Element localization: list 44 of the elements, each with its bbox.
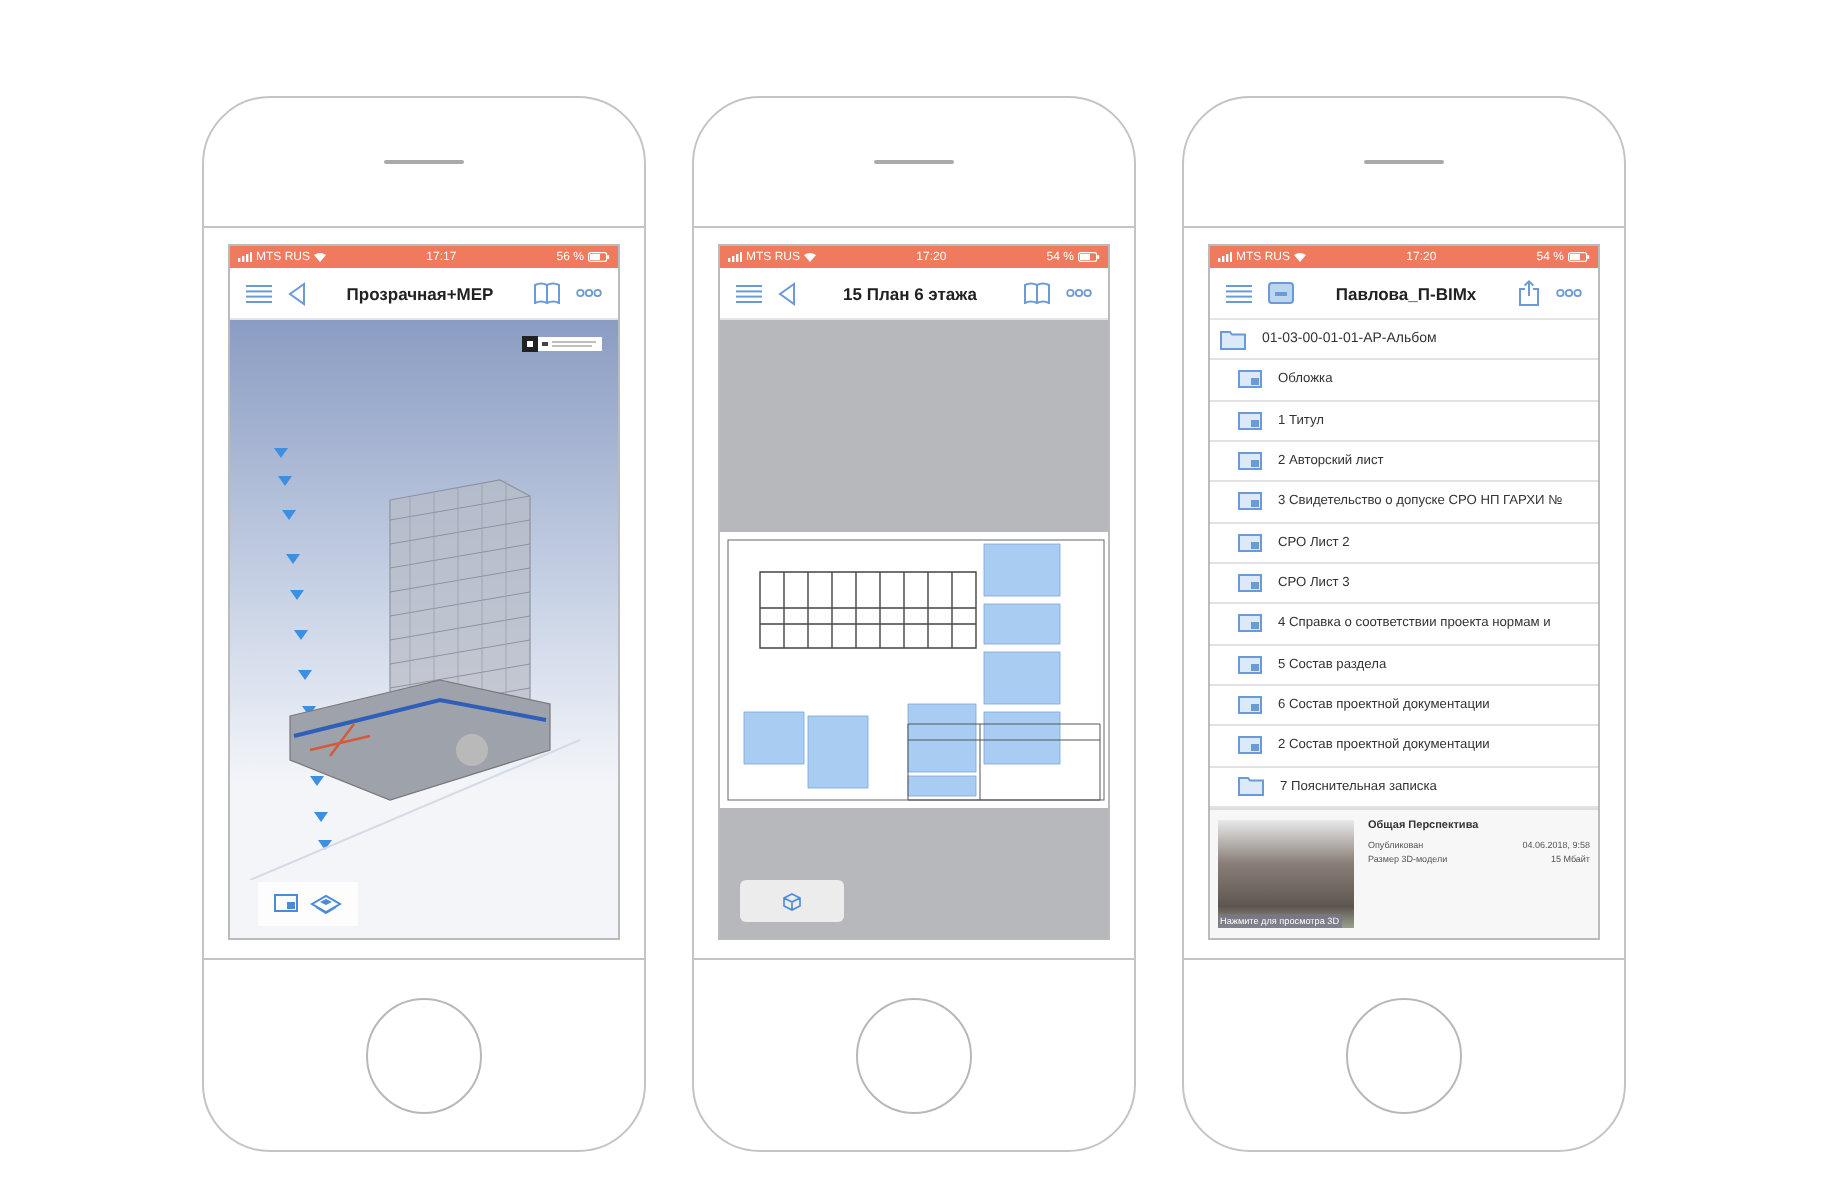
signal-icon — [728, 252, 742, 262]
back-icon[interactable] — [288, 281, 306, 305]
wifi-icon — [1294, 252, 1306, 262]
sheet-icon — [1238, 736, 1262, 755]
sheet-icon — [1238, 696, 1262, 715]
share-icon[interactable] — [1518, 280, 1540, 306]
sheet-icon — [1238, 411, 1262, 430]
sheet-icon — [1238, 533, 1262, 552]
folder-icon — [1238, 776, 1264, 797]
folder-icon — [1220, 329, 1246, 350]
inbox-icon[interactable] — [1268, 282, 1294, 304]
battery-icon — [1567, 252, 1590, 262]
screen-title: Павлова_П-BIMx — [1333, 283, 1479, 303]
signal-icon — [238, 252, 252, 262]
signal-icon — [1218, 252, 1232, 262]
more-icon[interactable] — [1556, 288, 1582, 298]
sheet-icon — [1238, 614, 1262, 633]
sheet-icon — [1238, 655, 1262, 674]
screen-title: 15 План 6 этажа — [841, 283, 979, 303]
wifi-icon — [314, 252, 326, 262]
back-icon[interactable] — [778, 281, 796, 305]
layers-icon[interactable] — [310, 894, 342, 914]
3d-view-button[interactable] — [740, 880, 844, 922]
more-icon[interactable] — [576, 288, 602, 298]
menu-icon[interactable] — [246, 283, 272, 303]
menu-icon[interactable] — [1226, 283, 1252, 303]
battery-icon — [1077, 252, 1100, 262]
book-icon[interactable] — [1024, 282, 1050, 304]
home-button[interactable] — [1346, 997, 1462, 1113]
sheet-icon — [1238, 452, 1262, 471]
sheet-icon — [1238, 370, 1262, 389]
book-icon[interactable] — [534, 282, 560, 304]
wifi-icon — [804, 252, 816, 262]
legend-icon — [522, 336, 602, 352]
home-button[interactable] — [856, 997, 972, 1113]
more-icon[interactable] — [1066, 288, 1092, 298]
menu-icon[interactable] — [736, 283, 762, 303]
view-icon[interactable] — [274, 894, 298, 912]
sheet-icon — [1238, 574, 1262, 593]
battery-icon — [587, 252, 610, 262]
screen-title: Прозрачная+MEP — [344, 283, 496, 303]
sheet-icon — [1238, 492, 1262, 511]
cube-icon — [782, 891, 802, 911]
home-button[interactable] — [366, 997, 482, 1113]
